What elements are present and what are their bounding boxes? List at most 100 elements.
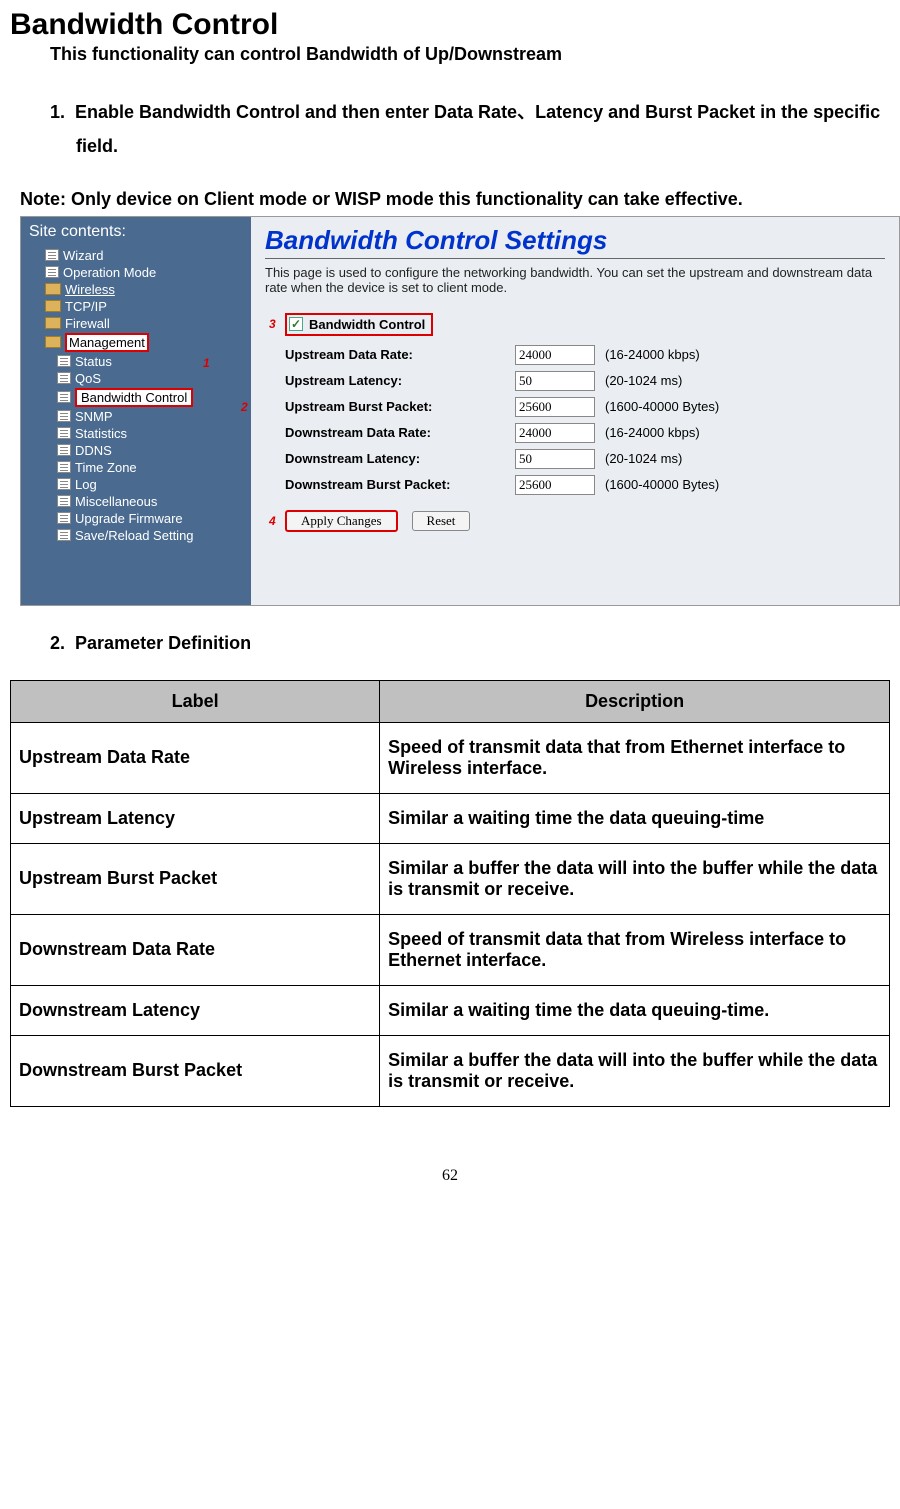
cell-desc: Similar a waiting time the data queuing-… <box>380 793 890 843</box>
cell-label: Downstream Latency <box>11 985 380 1035</box>
sidebar-item-label: Miscellaneous <box>75 494 157 509</box>
page-icon <box>57 355 71 367</box>
sidebar-item-operation-mode[interactable]: Operation Mode <box>25 264 247 281</box>
field-label: Upstream Latency: <box>265 373 515 388</box>
downstream-data-rate-input[interactable] <box>515 423 595 443</box>
parameter-table: Label Description Upstream Data Rate Spe… <box>10 680 890 1107</box>
field-hint: (1600-40000 Bytes) <box>605 477 719 492</box>
sidebar-item-wizard[interactable]: Wizard <box>25 247 247 264</box>
table-header-label: Label <box>11 680 380 722</box>
row-downstream-data-rate: Downstream Data Rate: (16-24000 kbps) <box>265 420 885 446</box>
reset-button[interactable]: Reset <box>412 511 471 531</box>
page-icon <box>57 495 71 507</box>
sidebar-item-label: DDNS <box>75 443 112 458</box>
sidebar-item-label: Wireless <box>65 282 115 297</box>
step-1: 1. Enable Bandwidth Control and then ent… <box>50 95 890 163</box>
screenshot-panel: Site contents: Wizard Operation Mode Wir… <box>20 216 900 606</box>
field-label: Downstream Latency: <box>265 451 515 466</box>
sidebar-item-log[interactable]: Log <box>25 476 247 493</box>
step-1-number: 1. <box>50 102 65 122</box>
sidebar-item-label: Management <box>65 333 149 352</box>
page-title: Bandwidth Control <box>10 8 890 42</box>
page-icon <box>45 266 59 278</box>
marker-1: 1 <box>203 356 210 370</box>
page-icon <box>57 427 71 439</box>
sidebar-item-snmp[interactable]: SNMP <box>25 408 247 425</box>
sidebar-item-label: Firewall <box>65 316 110 331</box>
step-2-text: Parameter Definition <box>75 633 251 653</box>
upstream-data-rate-input[interactable] <box>515 345 595 365</box>
page-icon <box>57 478 71 490</box>
sidebar-item-label: Operation Mode <box>63 265 156 280</box>
page-icon <box>45 249 59 261</box>
table-row: Downstream Data Rate Speed of transmit d… <box>11 914 890 985</box>
table-row: Downstream Burst Packet Similar a buffer… <box>11 1035 890 1106</box>
sidebar-title: Site contents: <box>25 221 247 247</box>
downstream-latency-input[interactable] <box>515 449 595 469</box>
field-hint: (16-24000 kbps) <box>605 347 700 362</box>
cell-label: Upstream Data Rate <box>11 722 380 793</box>
field-hint: (1600-40000 Bytes) <box>605 399 719 414</box>
cell-label: Upstream Burst Packet <box>11 843 380 914</box>
table-row: Downstream Latency Similar a waiting tim… <box>11 985 890 1035</box>
field-label: Upstream Data Rate: <box>265 347 515 362</box>
sidebar-item-statistics[interactable]: Statistics <box>25 425 247 442</box>
sidebar-item-label: Statistics <box>75 426 127 441</box>
sidebar-item-bandwidth-control[interactable]: Bandwidth Control <box>25 387 247 408</box>
cell-label: Downstream Data Rate <box>11 914 380 985</box>
upstream-latency-input[interactable] <box>515 371 595 391</box>
marker-3: 3 <box>269 317 276 331</box>
marker-4: 4 <box>269 514 276 528</box>
sidebar-item-label: Save/Reload Setting <box>75 528 194 543</box>
sidebar-item-ddns[interactable]: DDNS <box>25 442 247 459</box>
enable-label: Bandwidth Control <box>309 317 425 332</box>
folder-icon <box>45 317 61 329</box>
sidebar-item-label: Status <box>75 354 112 369</box>
sidebar-item-management[interactable]: Management <box>25 332 247 353</box>
sidebar-item-wireless[interactable]: Wireless <box>25 281 247 298</box>
cell-desc: Speed of transmit data that from Etherne… <box>380 722 890 793</box>
sidebar-item-firewall[interactable]: Firewall <box>25 315 247 332</box>
page-number: 62 <box>10 1167 890 1205</box>
intro-text: This functionality can control Bandwidth… <box>50 44 890 65</box>
form-description: This page is used to configure the netwo… <box>265 265 885 295</box>
page-icon <box>57 391 71 403</box>
note-text: Note: Only device on Client mode or WISP… <box>20 183 890 215</box>
step-1-text: Enable Bandwidth Control and then enter … <box>75 102 880 156</box>
apply-changes-button[interactable]: Apply Changes <box>285 510 398 532</box>
field-label: Upstream Burst Packet: <box>265 399 515 414</box>
sidebar-item-label: SNMP <box>75 409 113 424</box>
sidebar-item-time-zone[interactable]: Time Zone <box>25 459 247 476</box>
cell-desc: Similar a waiting time the data queuing-… <box>380 985 890 1035</box>
cell-desc: Speed of transmit data that from Wireles… <box>380 914 890 985</box>
sidebar-item-miscellaneous[interactable]: Miscellaneous <box>25 493 247 510</box>
step-2-number: 2. <box>50 633 65 653</box>
page-icon <box>57 372 71 384</box>
sidebar-item-save-reload[interactable]: Save/Reload Setting <box>25 527 247 544</box>
marker-2: 2 <box>241 400 248 414</box>
sidebar-item-qos[interactable]: QoS <box>25 370 247 387</box>
sidebar-item-status[interactable]: Status <box>25 353 247 370</box>
sidebar-item-tcpip[interactable]: TCP/IP <box>25 298 247 315</box>
row-upstream-burst: Upstream Burst Packet: (1600-40000 Bytes… <box>265 394 885 420</box>
upstream-burst-input[interactable] <box>515 397 595 417</box>
cell-desc: Similar a buffer the data will into the … <box>380 1035 890 1106</box>
bandwidth-control-checkbox[interactable]: ✓ <box>289 317 303 331</box>
page-icon <box>57 461 71 473</box>
cell-label: Downstream Burst Packet <box>11 1035 380 1106</box>
sidebar-item-label: Bandwidth Control <box>75 388 193 407</box>
field-hint: (16-24000 kbps) <box>605 425 700 440</box>
folder-icon <box>45 336 61 348</box>
sidebar-item-upgrade-firmware[interactable]: Upgrade Firmware <box>25 510 247 527</box>
page-icon <box>57 410 71 422</box>
table-row: Upstream Latency Similar a waiting time … <box>11 793 890 843</box>
form-title: Bandwidth Control Settings <box>265 225 885 259</box>
field-hint: (20-1024 ms) <box>605 451 682 466</box>
field-hint: (20-1024 ms) <box>605 373 682 388</box>
page-icon <box>57 529 71 541</box>
step-2: 2. Parameter Definition <box>50 626 890 660</box>
cell-desc: Similar a buffer the data will into the … <box>380 843 890 914</box>
folder-icon <box>45 283 61 295</box>
folder-icon <box>45 300 61 312</box>
downstream-burst-input[interactable] <box>515 475 595 495</box>
